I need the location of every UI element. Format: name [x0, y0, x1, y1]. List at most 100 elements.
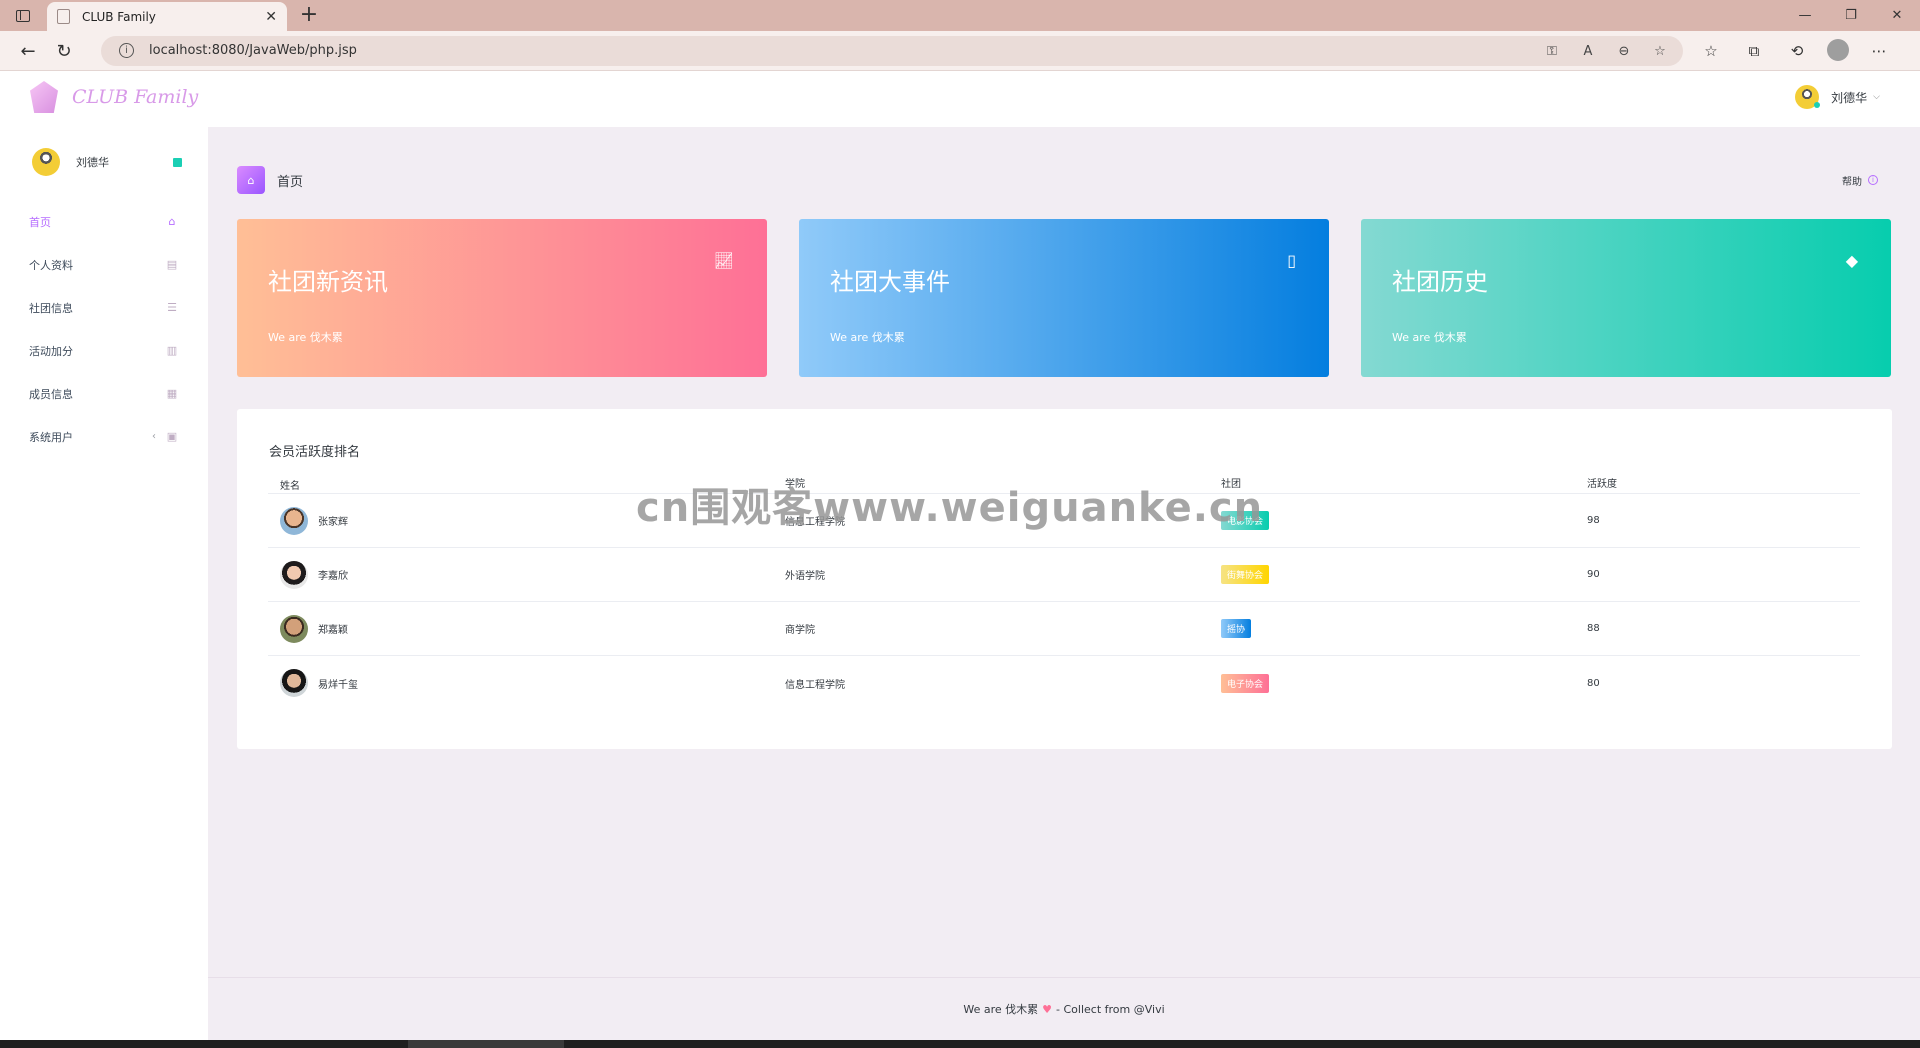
sidebar-item-label: 个人资料 — [29, 258, 73, 272]
club-badge: 街舞协会 — [1221, 565, 1270, 584]
verified-badge-icon — [173, 157, 182, 167]
club-badge: 电子协会 — [1221, 673, 1270, 693]
history-icon[interactable]: ⟲ — [1784, 39, 1810, 63]
favorites-icon[interactable]: ☆ — [1698, 39, 1724, 63]
address-bar[interactable]: i localhost:8080/JavaWeb/php.jsp ⚿ A ⊖ ☆ — [101, 36, 1683, 66]
activity-score: 90 — [1587, 569, 1600, 580]
info-circle-icon: i — [1868, 175, 1878, 185]
restore-icon[interactable]: ❐ — [1828, 0, 1874, 31]
read-aloud-icon[interactable]: A — [1579, 42, 1597, 60]
card-club-events[interactable]: 社团大事件 We are 伐木累 ▯ — [799, 219, 1329, 377]
activity-score: 80 — [1587, 677, 1600, 689]
sidebar-item-home[interactable]: 首页 ⌂ — [0, 200, 208, 243]
sidebar-item-members[interactable]: 成员信息 ▦ — [0, 372, 208, 415]
member-avatar — [280, 506, 308, 535]
member-name: 郑嘉颖 — [318, 625, 348, 636]
user-dropdown[interactable]: 刘德华 ⌵ — [1795, 85, 1880, 109]
top-navbar: CLUB Family 刘德华 ⌵ — [0, 71, 1920, 127]
back-icon[interactable]: ← — [14, 38, 42, 64]
gem-logo-icon — [30, 81, 58, 113]
online-status-dot — [1814, 102, 1821, 108]
tab-actions-icon[interactable] — [10, 6, 36, 26]
window-controls: — ❐ ✕ — [1782, 0, 1920, 31]
site-info-icon[interactable]: i — [119, 43, 134, 58]
tab-title: CLUB Family — [82, 9, 156, 24]
bookmark-icon: ▯ — [1287, 251, 1296, 270]
collections-icon[interactable]: ⧉ — [1741, 39, 1767, 63]
sidebar-item-label: 首页 — [29, 215, 51, 229]
column-header-club: 社团 — [1221, 479, 1241, 490]
key-icon[interactable]: ⚿ — [1543, 42, 1561, 60]
card-title: 社团新资讯 — [268, 268, 388, 296]
home-icon: ⌂ — [168, 215, 176, 228]
member-avatar — [280, 669, 308, 697]
sidebar-profile[interactable]: 刘德华 — [32, 145, 182, 179]
taskbar-app-item[interactable] — [408, 1040, 564, 1048]
table-row: 郑嘉颖 商学院 摇协 88 — [268, 602, 1860, 656]
card-title: 社团大事件 — [830, 268, 950, 296]
card-club-history[interactable]: 社团历史 We are 伐木累 ◆ — [1361, 219, 1891, 377]
club-badge: 摇协 — [1221, 619, 1252, 638]
diamond-icon: ◆ — [1845, 251, 1858, 270]
sidebar-item-label: 社团信息 — [29, 301, 73, 315]
contacts-icon: ▤ — [166, 258, 178, 271]
brand-logo[interactable]: CLUB Family — [30, 81, 198, 113]
member-ranking-card: 会员活跃度排名 姓名 学院 社团 活跃度 张家辉 信息工程学院 电影协会 98 … — [237, 409, 1892, 749]
member-name: 李嘉欣 — [318, 571, 348, 582]
url-text[interactable]: localhost:8080/JavaWeb/php.jsp — [149, 43, 357, 58]
activity-score: 88 — [1587, 623, 1600, 634]
help-link[interactable]: 帮助 i — [1842, 173, 1878, 188]
new-tab-button[interactable]: + — [296, 3, 322, 29]
web-page: CLUB Family 刘德华 ⌵ 刘德华 首页 ⌂ 个人资料 ▤ 社团信息 ☰… — [0, 71, 1920, 1040]
logo-text: CLUB Family — [72, 86, 199, 108]
activity-score: 98 — [1587, 515, 1600, 526]
chart-bar-icon: ▥ — [166, 344, 178, 357]
sidebar-item-label: 成员信息 — [29, 387, 73, 401]
sidebar-avatar — [32, 148, 60, 176]
tab-close-icon[interactable]: ✕ — [265, 9, 277, 25]
card-subtitle: We are 伐木累 — [830, 331, 905, 344]
sidebar: 刘德华 首页 ⌂ 个人资料 ▤ 社团信息 ☰ 活动加分 ▥ 成员信息 ▦ 系统用… — [0, 127, 208, 1040]
add-favorite-icon[interactable]: ☆ — [1651, 42, 1669, 60]
window-close-icon[interactable]: ✕ — [1874, 0, 1920, 31]
card-subtitle: We are 伐木累 — [1392, 331, 1467, 344]
page-title: 首页 — [277, 174, 304, 190]
help-label: 帮助 — [1842, 176, 1862, 188]
sidebar-item-label: 活动加分 — [29, 344, 73, 358]
footer-text-prefix: We are 伐木累 — [963, 1003, 1039, 1016]
heart-icon: ♥ — [1042, 1002, 1053, 1016]
card-subtitle: We are 伐木累 — [268, 331, 343, 344]
sidebar-item-activity-points[interactable]: 活动加分 ▥ — [0, 329, 208, 372]
site-watermark: cn围观客www.weiguanke.cn — [636, 485, 1264, 531]
os-taskbar — [0, 1040, 1920, 1048]
browser-profile-icon[interactable] — [1827, 39, 1849, 61]
sidebar-item-club-info[interactable]: 社团信息 ☰ — [0, 286, 208, 329]
chart-line-icon: 📈︎ — [713, 251, 734, 270]
table-row: 李嘉欣 外语学院 街舞协会 90 — [268, 548, 1860, 602]
zoom-out-icon[interactable]: ⊖ — [1615, 42, 1633, 60]
member-avatar — [280, 560, 308, 589]
more-menu-icon[interactable]: ⋯ — [1866, 39, 1892, 63]
browser-tab[interactable]: CLUB Family ✕ — [47, 2, 287, 31]
sidebar-item-profile[interactable]: 个人资料 ▤ — [0, 243, 208, 286]
page-footer: We are 伐木累 ♥ - Collect from @Vivi — [208, 977, 1920, 1040]
chevron-left-icon: ‹ — [152, 431, 156, 442]
page-header: ⌂ 首页 帮助 i — [237, 165, 1892, 195]
member-avatar — [280, 614, 308, 643]
table-icon: ▦ — [166, 387, 178, 400]
sidebar-item-system-users[interactable]: 系统用户 ‹ ▣ — [0, 415, 208, 458]
minimize-icon[interactable]: — — [1782, 0, 1828, 31]
column-header-activity: 活跃度 — [1587, 479, 1617, 490]
refresh-icon[interactable]: ↻ — [50, 38, 78, 64]
sidebar-profile-name: 刘德华 — [76, 156, 109, 169]
list-icon: ☰ — [167, 301, 177, 314]
lock-icon: ▣ — [166, 430, 178, 443]
member-college: 信息工程学院 — [785, 679, 845, 691]
card-club-news[interactable]: 社团新资讯 We are 伐木累 📈︎ — [237, 219, 767, 377]
sidebar-item-label: 系统用户 — [29, 430, 73, 444]
member-name: 张家辉 — [318, 517, 348, 528]
member-name: 易烊千玺 — [318, 679, 358, 691]
stat-cards: 社团新资讯 We are 伐木累 📈︎ 社团大事件 We are 伐木累 ▯ 社… — [237, 219, 1892, 377]
navbar-user-name: 刘德华 — [1831, 90, 1868, 105]
member-college: 商学院 — [785, 625, 815, 636]
